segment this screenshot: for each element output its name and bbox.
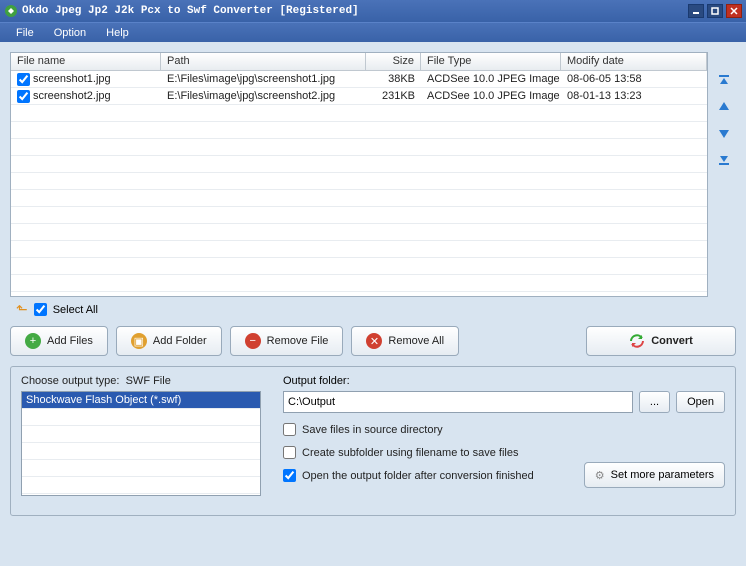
select-all-checkbox[interactable]: [34, 303, 47, 316]
select-all-row: ⬑ Select All: [10, 301, 736, 318]
row-checkbox[interactable]: [17, 90, 30, 103]
cell-date: 08-01-13 13:23: [561, 89, 707, 103]
output-folder-label: Output folder:: [283, 375, 725, 387]
output-type-list[interactable]: Shockwave Flash Object (*.swf): [21, 391, 261, 496]
window-buttons: [688, 4, 742, 18]
output-panel: Choose output type: SWF File Shockwave F…: [10, 366, 736, 516]
parent-folder-icon[interactable]: ⬑: [16, 301, 28, 318]
browse-button[interactable]: ...: [639, 391, 670, 413]
remove-all-button[interactable]: ✕Remove All: [351, 326, 459, 356]
save-in-source-checkbox[interactable]: [283, 423, 296, 436]
x-icon: ✕: [366, 333, 382, 349]
file-list[interactable]: File name Path Size File Type Modify dat…: [10, 52, 708, 297]
reorder-arrows: [714, 52, 736, 297]
move-top-button[interactable]: [714, 72, 734, 90]
output-folder-input[interactable]: [283, 391, 633, 413]
col-filetype[interactable]: File Type: [421, 53, 561, 70]
close-button[interactable]: [726, 4, 742, 18]
action-buttons: +Add Files ▣Add Folder −Remove File ✕Rem…: [10, 326, 736, 356]
select-all-label: Select All: [53, 304, 98, 316]
add-files-button[interactable]: +Add Files: [10, 326, 108, 356]
save-in-source-label: Save files in source directory: [302, 424, 443, 436]
cell-type: ACDSee 10.0 JPEG Image: [421, 89, 561, 103]
col-modifydate[interactable]: Modify date: [561, 53, 707, 70]
minus-icon: −: [245, 333, 261, 349]
output-type-label: Choose output type: SWF File: [21, 375, 261, 387]
col-filename[interactable]: File name: [11, 53, 161, 70]
cell-size: 38KB: [366, 72, 421, 86]
col-size[interactable]: Size: [366, 53, 421, 70]
menu-help[interactable]: Help: [98, 25, 137, 41]
move-up-button[interactable]: [714, 98, 734, 116]
cell-name: screenshot2.jpg: [33, 90, 111, 102]
cell-path: E:\Files\image\jpg\screenshot2.jpg: [161, 89, 366, 103]
cell-size: 231KB: [366, 89, 421, 103]
move-bottom-button[interactable]: [714, 150, 734, 168]
title-text: Okdo Jpeg Jp2 J2k Pcx to Swf Converter […: [22, 5, 688, 17]
main-content: File name Path Size File Type Modify dat…: [0, 42, 746, 524]
open-after-checkbox[interactable]: [283, 469, 296, 482]
cell-path: E:\Files\image\jpg\screenshot1.jpg: [161, 72, 366, 86]
create-subfolder-label: Create subfolder using filename to save …: [302, 447, 518, 459]
set-more-parameters-button[interactable]: ⚙Set more parameters: [584, 462, 725, 488]
file-list-header: File name Path Size File Type Modify dat…: [11, 53, 707, 71]
app-icon: [4, 4, 18, 18]
output-type-option[interactable]: Shockwave Flash Object (*.swf): [22, 392, 260, 409]
open-after-label: Open the output folder after conversion …: [302, 470, 534, 482]
convert-button[interactable]: Convert: [586, 326, 736, 356]
cell-name: screenshot1.jpg: [33, 73, 111, 85]
cell-date: 08-06-05 13:58: [561, 72, 707, 86]
add-folder-button[interactable]: ▣Add Folder: [116, 326, 222, 356]
minimize-button[interactable]: [688, 4, 704, 18]
col-path[interactable]: Path: [161, 53, 366, 70]
menu-bar: File Option Help: [0, 22, 746, 42]
create-subfolder-checkbox[interactable]: [283, 446, 296, 459]
menu-option[interactable]: Option: [46, 25, 94, 41]
gear-icon: ⚙: [595, 469, 605, 482]
table-row[interactable]: screenshot1.jpg E:\Files\image\jpg\scree…: [11, 71, 707, 88]
convert-icon: [629, 333, 645, 349]
maximize-button[interactable]: [707, 4, 723, 18]
plus-icon: +: [25, 333, 41, 349]
menu-file[interactable]: File: [8, 25, 42, 41]
table-row[interactable]: screenshot2.jpg E:\Files\image\jpg\scree…: [11, 88, 707, 105]
folder-icon: ▣: [131, 333, 147, 349]
remove-file-button[interactable]: −Remove File: [230, 326, 344, 356]
open-folder-button[interactable]: Open: [676, 391, 725, 413]
title-bar: Okdo Jpeg Jp2 J2k Pcx to Swf Converter […: [0, 0, 746, 22]
cell-type: ACDSee 10.0 JPEG Image: [421, 72, 561, 86]
move-down-button[interactable]: [714, 124, 734, 142]
row-checkbox[interactable]: [17, 73, 30, 86]
